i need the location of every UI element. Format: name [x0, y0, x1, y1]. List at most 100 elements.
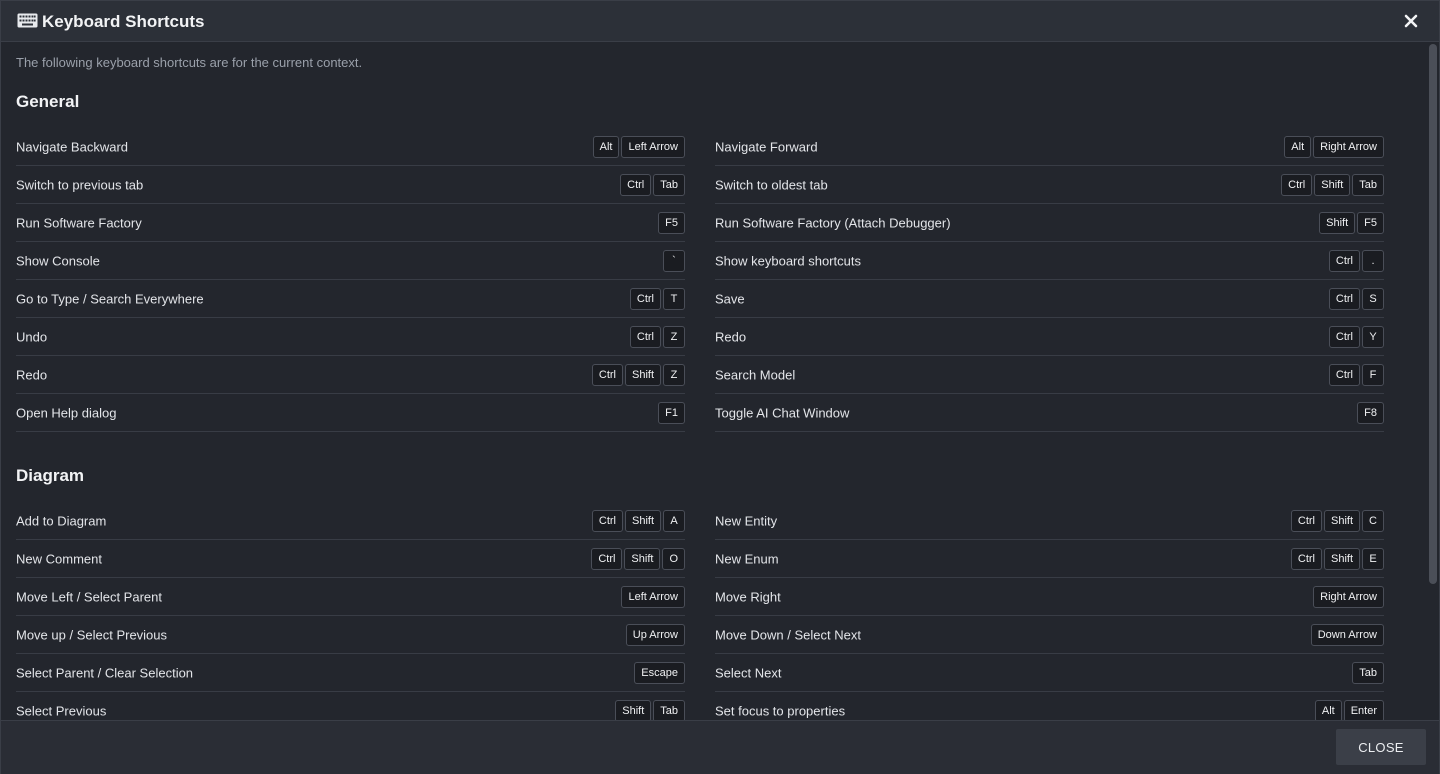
- shortcut-label: Navigate Backward: [16, 139, 128, 155]
- key-cap: Shift: [1323, 510, 1360, 532]
- key-cap: C: [1362, 510, 1384, 532]
- shortcut-label: Move Down / Select Next: [715, 627, 861, 643]
- key-cap: Ctrl: [1328, 250, 1360, 272]
- key-combo: Ctrl Shift Tab: [1281, 174, 1384, 196]
- shortcut-label: Save: [715, 291, 745, 307]
- shortcut-row: Navigate Forward Alt Right Arrow: [715, 128, 1384, 166]
- shortcut-row: Redo Ctrl Y: [715, 318, 1384, 356]
- key-combo: Tab: [1352, 662, 1384, 684]
- key-cap: Ctrl: [1290, 548, 1322, 570]
- key-cap: Right Arrow: [1313, 586, 1384, 608]
- key-cap: Left Arrow: [621, 136, 685, 158]
- shortcut-row: Move Right Right Arrow: [715, 578, 1384, 616]
- shortcut-label: Select Previous: [16, 703, 107, 719]
- key-cap: .: [1362, 250, 1384, 272]
- scrollbar[interactable]: [1427, 42, 1439, 720]
- key-cap: F8: [1357, 402, 1384, 424]
- key-combo: Ctrl Shift E: [1290, 548, 1384, 570]
- key-combo: Ctrl Y: [1328, 326, 1384, 348]
- key-cap: Shift: [615, 700, 652, 720]
- key-combo: Ctrl F: [1328, 364, 1384, 386]
- shortcut-row: Toggle AI Chat Window F8: [715, 394, 1384, 432]
- shortcut-row: Run Software Factory (Attach Debugger) Sh…: [715, 204, 1384, 242]
- key-cap: F1: [658, 402, 685, 424]
- shortcut-row: Move up / Select Previous Up Arrow: [16, 616, 685, 654]
- shortcut-label: Move up / Select Previous: [16, 627, 168, 643]
- key-cap: Z: [663, 364, 685, 386]
- key-combo: Shift F5: [1319, 212, 1384, 234]
- key-combo: Down Arrow: [1310, 624, 1384, 646]
- shortcut-row: Navigate Backward Alt Left Arrow: [16, 128, 685, 166]
- shortcut-row: Add to Diagram Ctrl Shift A: [16, 502, 685, 540]
- key-combo: Shift Tab: [615, 700, 685, 720]
- shortcut-label: Redo: [715, 329, 747, 345]
- key-combo: Ctrl.: [1328, 250, 1384, 272]
- shortcut-label: Redo: [16, 367, 48, 383]
- key-combo: F8: [1357, 402, 1384, 424]
- key-combo: Ctrl Shift C: [1290, 510, 1384, 532]
- close-button[interactable]: CLOSE: [1336, 729, 1426, 765]
- shortcut-row: Select Parent / Clear Selection Escape: [16, 654, 685, 692]
- key-cap: Ctrl: [629, 288, 661, 310]
- shortcut-row: Run Software Factory F5: [16, 204, 685, 242]
- key-cap: Alt: [1284, 136, 1312, 158]
- key-cap: Alt: [1314, 700, 1342, 720]
- key-cap: Right Arrow: [1313, 136, 1384, 158]
- key-cap: F5: [1357, 212, 1384, 234]
- shortcut-row: Undo Ctrl Z: [16, 318, 685, 356]
- shortcut-row: Set focus to properties Alt Enter: [715, 692, 1384, 720]
- shortcut-row: Show keyboard shortcuts Ctrl.: [715, 242, 1384, 280]
- key-cap: T: [663, 288, 685, 310]
- close-icon[interactable]: [1403, 13, 1419, 29]
- key-combo: F5: [658, 212, 685, 234]
- key-cap: A: [663, 510, 685, 532]
- shortcut-row: Move Left / Select Parent Left Arrow: [16, 578, 685, 616]
- shortcut-label: Run Software Factory: [16, 215, 142, 231]
- shortcut-row: Redo Ctrl Shift Z: [16, 356, 685, 394]
- key-cap: S: [1362, 288, 1384, 310]
- keyboard-icon: [17, 13, 38, 28]
- shortcut-row: New Comment Ctrl Shift O: [16, 540, 685, 578]
- dialog-footer: CLOSE: [1, 720, 1439, 774]
- key-cap: Z: [663, 326, 685, 348]
- key-combo: Ctrl Shift O: [591, 548, 685, 570]
- key-cap: Shift: [624, 510, 661, 532]
- shortcut-row: Switch to oldest tab Ctrl Shift Tab: [715, 166, 1384, 204]
- key-combo: F1: [658, 402, 685, 424]
- key-cap: Shift: [624, 548, 661, 570]
- scrollbar-thumb[interactable]: [1429, 44, 1437, 584]
- key-cap: Y: [1362, 326, 1384, 348]
- dialog-title: Keyboard Shortcuts: [42, 12, 205, 31]
- key-cap: Ctrl: [1328, 364, 1360, 386]
- shortcut-label: New Comment: [16, 551, 102, 567]
- key-cap: Tab: [653, 174, 685, 196]
- shortcut-label: Set focus to properties: [715, 703, 846, 719]
- shortcut-row: Select Next Tab: [715, 654, 1384, 692]
- key-cap: Down Arrow: [1310, 624, 1384, 646]
- shortcut-row: Search Model Ctrl F: [715, 356, 1384, 394]
- key-cap: Alt: [592, 136, 620, 158]
- shortcut-label: Add to Diagram: [16, 513, 107, 529]
- key-combo: Ctrl Shift A: [591, 510, 685, 532]
- key-cap: O: [662, 548, 685, 570]
- key-combo: Alt Right Arrow: [1284, 136, 1384, 158]
- shortcut-label: Undo: [16, 329, 48, 345]
- shortcut-label: Search Model: [715, 367, 796, 383]
- key-cap: Ctrl: [629, 326, 661, 348]
- shortcut-row: Switch to previous tab Ctrl Tab: [16, 166, 685, 204]
- shortcut-row: New Enum Ctrl Shift E: [715, 540, 1384, 578]
- shortcut-label: Toggle AI Chat Window: [715, 405, 850, 421]
- shortcut-label: Move Right: [715, 589, 781, 605]
- key-cap: Ctrl: [1290, 510, 1322, 532]
- key-combo: Escape: [634, 662, 685, 684]
- key-cap: Ctrl: [591, 510, 623, 532]
- intro-text: The following keyboard shortcuts are for…: [16, 55, 363, 70]
- key-cap: Ctrl: [591, 364, 623, 386]
- shortcut-label: Select Next: [715, 665, 782, 681]
- key-cap: Ctrl: [1328, 288, 1360, 310]
- shortcut-label: New Enum: [715, 551, 779, 567]
- key-cap: Escape: [634, 662, 685, 684]
- shortcut-label: Move Left / Select Parent: [16, 589, 162, 605]
- key-combo: Up Arrow: [625, 624, 685, 646]
- key-cap: Shift: [1323, 548, 1360, 570]
